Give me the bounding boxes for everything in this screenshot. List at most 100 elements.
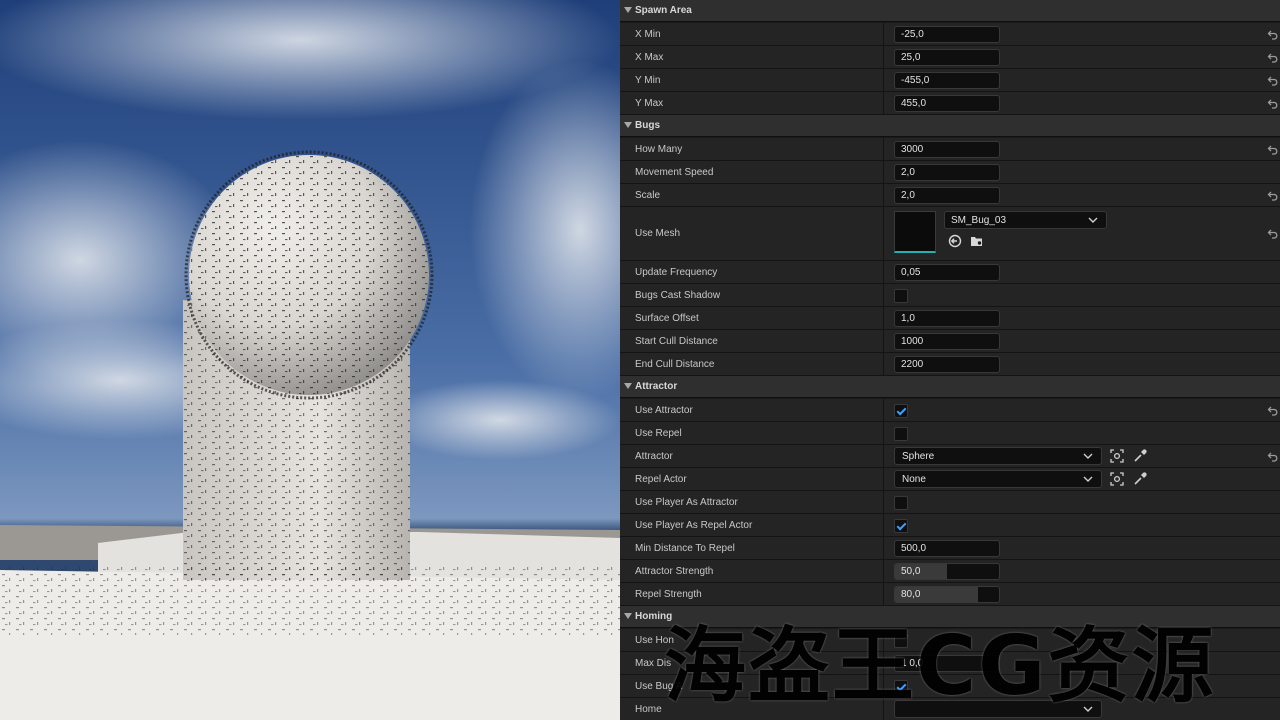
scale-input[interactable]: 2,0: [894, 187, 1000, 204]
property-row-scale: Scale 2,0: [620, 184, 1280, 207]
column-divider[interactable]: [883, 353, 884, 375]
reset-arrow-icon[interactable]: [1267, 98, 1279, 110]
input-value: 2,0: [901, 190, 915, 201]
repel-actor-dropdown[interactable]: None: [894, 470, 1102, 488]
column-divider[interactable]: [883, 46, 884, 68]
surface-offset-input[interactable]: 1,0: [894, 310, 1000, 327]
use-repel-checkbox[interactable]: [894, 427, 908, 441]
expand-arrow-icon[interactable]: [624, 613, 632, 619]
y-max-input[interactable]: 455,0: [894, 95, 1000, 112]
eyedropper-icon[interactable]: [1132, 448, 1148, 464]
column-divider[interactable]: [883, 330, 884, 352]
eyedropper-icon[interactable]: [1132, 471, 1148, 487]
y-min-input[interactable]: -455,0: [894, 72, 1000, 89]
column-divider[interactable]: [883, 491, 884, 513]
property-row-start-cull-distance: Start Cull Distance 1000: [620, 330, 1280, 353]
attractor-dropdown[interactable]: Sphere: [894, 447, 1102, 465]
property-label: Repel Strength: [635, 589, 702, 600]
use-attractor-checkbox[interactable]: [894, 404, 908, 418]
property-label: Start Cull Distance: [635, 336, 718, 347]
property-row-movement-speed: Movement Speed 2,0: [620, 161, 1280, 184]
reset-arrow-icon[interactable]: [1267, 451, 1279, 463]
property-row-x-max: X Max 25,0: [620, 46, 1280, 69]
level-viewport[interactable]: [0, 0, 620, 720]
input-value: 2200: [901, 359, 924, 370]
property-row-use-player-as-attractor: Use Player As Attractor: [620, 491, 1280, 514]
property-label: Movement Speed: [635, 167, 714, 178]
min-distance-to-repel-input[interactable]: 500,0: [894, 540, 1000, 557]
x-min-input[interactable]: -25,0: [894, 26, 1000, 43]
property-row-bugs-cast-shadow: Bugs Cast Shadow: [620, 284, 1280, 307]
update-frequency-input[interactable]: 0,05: [894, 264, 1000, 281]
how-many-input[interactable]: 3000: [894, 141, 1000, 158]
watermark-text: 海盗王CG资源: [664, 619, 1216, 714]
property-label: Bugs Cast Shadow: [635, 290, 721, 301]
column-divider[interactable]: [883, 422, 884, 444]
input-value: 500,0: [901, 543, 927, 554]
actor-picker-icon[interactable]: [1109, 471, 1125, 487]
category-attractor[interactable]: Attractor: [620, 376, 1280, 398]
column-divider[interactable]: [883, 514, 884, 536]
end-cull-distance-input[interactable]: 2200: [894, 356, 1000, 373]
bugs-cast-shadow-checkbox[interactable]: [894, 289, 908, 303]
property-row-attractor-strength: Attractor Strength 50,0: [620, 560, 1280, 583]
repel-strength-input[interactable]: 80,0: [894, 586, 1000, 603]
details-panel: Spawn Area X Min -25,0 X Max 25,0 Y Min -455,0…: [620, 0, 1280, 720]
column-divider[interactable]: [883, 207, 884, 260]
property-row-y-min: Y Min -455,0: [620, 69, 1280, 92]
category-label: Spawn Area: [635, 5, 692, 16]
property-label: X Min: [635, 29, 661, 40]
use-selected-icon[interactable]: [948, 234, 964, 250]
property-label: End Cull Distance: [635, 359, 715, 370]
use-player-as-attractor-checkbox[interactable]: [894, 496, 908, 510]
reset-arrow-icon[interactable]: [1267, 52, 1279, 64]
column-divider[interactable]: [883, 537, 884, 559]
column-divider[interactable]: [883, 161, 884, 183]
mesh-asset-dropdown[interactable]: SM_Bug_03: [944, 211, 1107, 229]
input-value: 455,0: [901, 98, 927, 109]
expand-arrow-icon[interactable]: [624, 7, 632, 13]
input-value: -25,0: [901, 29, 924, 40]
column-divider[interactable]: [883, 399, 884, 421]
expand-arrow-icon[interactable]: [624, 383, 632, 389]
reset-arrow-icon[interactable]: [1267, 144, 1279, 156]
chevron-down-icon: [1088, 216, 1098, 227]
start-cull-distance-input[interactable]: 1000: [894, 333, 1000, 350]
column-divider[interactable]: [883, 23, 884, 45]
mesh-thumbnail[interactable]: [894, 211, 936, 253]
property-label: Update Frequency: [635, 267, 718, 278]
category-spawn-area[interactable]: Spawn Area: [620, 0, 1280, 22]
column-divider[interactable]: [883, 307, 884, 329]
property-row-y-max: Y Max 455,0: [620, 92, 1280, 115]
column-divider[interactable]: [883, 138, 884, 160]
viewport-scene: [0, 0, 620, 720]
actor-picker-icon[interactable]: [1109, 448, 1125, 464]
property-label: Y Min: [635, 75, 661, 86]
column-divider[interactable]: [883, 284, 884, 306]
column-divider[interactable]: [883, 445, 884, 467]
reset-arrow-icon[interactable]: [1267, 75, 1279, 87]
attractor-strength-input[interactable]: 50,0: [894, 563, 1000, 580]
x-max-input[interactable]: 25,0: [894, 49, 1000, 66]
category-bugs[interactable]: Bugs: [620, 115, 1280, 137]
property-row-use-attractor: Use Attractor: [620, 399, 1280, 422]
column-divider[interactable]: [883, 468, 884, 490]
column-divider[interactable]: [883, 184, 884, 206]
reset-arrow-icon[interactable]: [1267, 228, 1279, 240]
column-divider[interactable]: [883, 69, 884, 91]
chevron-down-icon: [1083, 452, 1093, 463]
column-divider[interactable]: [883, 560, 884, 582]
column-divider[interactable]: [883, 92, 884, 114]
dropdown-value: Sphere: [902, 451, 935, 462]
movement-speed-input[interactable]: 2,0: [894, 164, 1000, 181]
property-label: Y Max: [635, 98, 664, 109]
use-player-as-repel-actor-checkbox[interactable]: [894, 519, 908, 533]
reset-arrow-icon[interactable]: [1267, 190, 1279, 202]
column-divider[interactable]: [883, 261, 884, 283]
expand-arrow-icon[interactable]: [624, 122, 632, 128]
column-divider[interactable]: [883, 583, 884, 605]
reset-arrow-icon[interactable]: [1267, 405, 1279, 417]
input-value: 2,0: [901, 167, 915, 178]
browse-asset-icon[interactable]: [970, 234, 986, 250]
reset-arrow-icon[interactable]: [1267, 29, 1279, 41]
